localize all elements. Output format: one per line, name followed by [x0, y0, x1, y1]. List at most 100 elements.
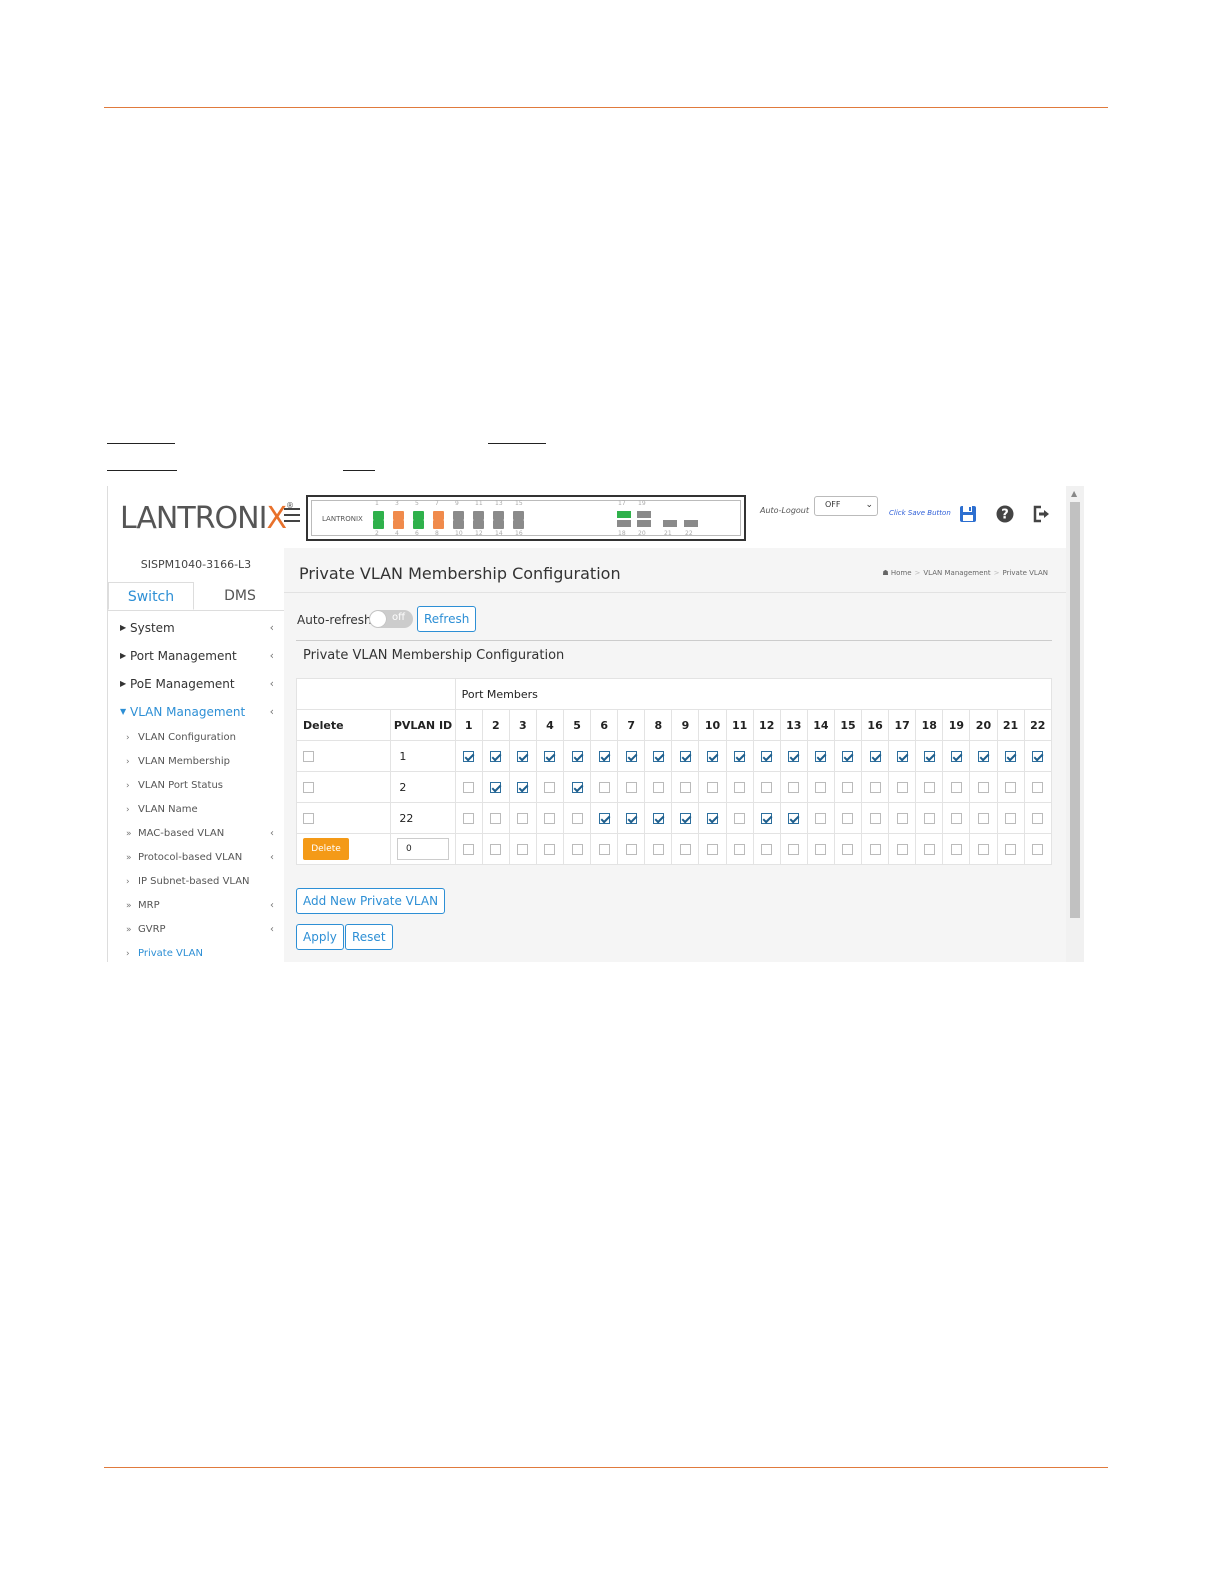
port-member-checkbox[interactable] — [869, 813, 881, 824]
port-member-checkbox[interactable] — [544, 844, 556, 855]
sidebar-sub-mac-based-vlan[interactable]: » MAC-based VLAN ‹ — [108, 822, 284, 846]
port-member-checkbox[interactable] — [544, 782, 556, 793]
sfp-port[interactable] — [637, 511, 651, 518]
port-member-checkbox[interactable] — [950, 751, 962, 762]
port-led[interactable] — [393, 520, 404, 529]
delete-row-button[interactable]: Delete — [303, 838, 349, 860]
port-member-checkbox[interactable] — [652, 751, 664, 762]
port-member-checkbox[interactable] — [598, 844, 610, 855]
port-member-checkbox[interactable] — [734, 813, 746, 824]
port-member-checkbox[interactable] — [707, 782, 719, 793]
port-member-checkbox[interactable] — [490, 782, 502, 793]
port-member-checkbox[interactable] — [598, 813, 610, 824]
port-member-checkbox[interactable] — [679, 751, 691, 762]
port-member-checkbox[interactable] — [625, 813, 637, 824]
port-member-checkbox[interactable] — [869, 751, 881, 762]
port-member-checkbox[interactable] — [517, 844, 529, 855]
port-member-checkbox[interactable] — [788, 782, 800, 793]
save-icon[interactable] — [958, 504, 978, 524]
port-member-checkbox[interactable] — [544, 751, 556, 762]
port-member-checkbox[interactable] — [571, 813, 583, 824]
port-led[interactable] — [473, 520, 484, 529]
sidebar-item-system[interactable]: ▶ System ‹ — [108, 614, 284, 642]
port-member-checkbox[interactable] — [815, 844, 827, 855]
sidebar-sub-gvrp[interactable]: » GVRP ‹ — [108, 918, 284, 942]
port-led[interactable] — [453, 520, 464, 529]
tab-dms[interactable]: DMS — [196, 582, 284, 610]
refresh-button[interactable]: Refresh — [417, 606, 477, 632]
port-member-checkbox[interactable] — [707, 751, 719, 762]
port-member-checkbox[interactable] — [761, 813, 773, 824]
port-led[interactable] — [473, 511, 484, 520]
logout-icon[interactable] — [1031, 504, 1051, 524]
add-private-vlan-button[interactable]: Add New Private VLAN — [296, 888, 446, 914]
port-member-checkbox[interactable] — [707, 844, 719, 855]
sidebar-item-vlan-management[interactable]: ▼ VLAN Management ‹ — [108, 698, 284, 726]
port-member-checkbox[interactable] — [1032, 813, 1044, 824]
port-member-checkbox[interactable] — [734, 782, 746, 793]
port-member-checkbox[interactable] — [815, 782, 827, 793]
port-member-checkbox[interactable] — [1032, 782, 1044, 793]
port-led[interactable] — [433, 520, 444, 529]
port-member-checkbox[interactable] — [598, 782, 610, 793]
port-member-checkbox[interactable] — [490, 813, 502, 824]
pvlan-id-input[interactable]: 0 — [397, 838, 449, 860]
port-member-checkbox[interactable] — [842, 844, 854, 855]
port-member-checkbox[interactable] — [869, 782, 881, 793]
port-member-checkbox[interactable] — [679, 782, 691, 793]
port-member-checkbox[interactable] — [923, 844, 935, 855]
port-member-checkbox[interactable] — [463, 782, 475, 793]
scrollbar-thumb[interactable] — [1070, 502, 1080, 918]
port-led[interactable] — [513, 520, 524, 529]
port-member-checkbox[interactable] — [815, 813, 827, 824]
delete-checkbox[interactable] — [303, 751, 314, 762]
port-member-checkbox[interactable] — [517, 782, 529, 793]
port-member-checkbox[interactable] — [1005, 813, 1017, 824]
scroll-up-icon[interactable]: ▲ — [1071, 489, 1077, 498]
port-member-checkbox[interactable] — [923, 782, 935, 793]
sidebar-sub-vlan-port-status[interactable]: › VLAN Port Status — [108, 774, 284, 798]
port-member-checkbox[interactable] — [761, 844, 773, 855]
port-led[interactable] — [453, 511, 464, 520]
port-member-checkbox[interactable] — [490, 844, 502, 855]
scrollbar[interactable]: ▲ — [1066, 486, 1084, 962]
help-icon[interactable]: ? — [995, 504, 1015, 524]
port-member-checkbox[interactable] — [517, 751, 529, 762]
port-member-checkbox[interactable] — [652, 813, 664, 824]
port-member-checkbox[interactable] — [625, 782, 637, 793]
sfp-port[interactable] — [663, 520, 677, 527]
port-led[interactable] — [413, 511, 424, 520]
port-member-checkbox[interactable] — [977, 813, 989, 824]
port-member-checkbox[interactable] — [490, 751, 502, 762]
port-member-checkbox[interactable] — [815, 751, 827, 762]
port-member-checkbox[interactable] — [734, 751, 746, 762]
sidebar-sub-vlan-name[interactable]: › VLAN Name — [108, 798, 284, 822]
sidebar-sub-vlan-membership[interactable]: › VLAN Membership — [108, 750, 284, 774]
port-member-checkbox[interactable] — [1005, 751, 1017, 762]
port-member-checkbox[interactable] — [842, 782, 854, 793]
port-led[interactable] — [413, 520, 424, 529]
apply-button[interactable]: Apply — [296, 924, 344, 950]
port-member-checkbox[interactable] — [977, 782, 989, 793]
sidebar-sub-ip-subnet-based-vlan[interactable]: › IP Subnet-based VLAN — [108, 870, 284, 894]
sfp-port[interactable] — [637, 520, 651, 527]
port-member-checkbox[interactable] — [652, 844, 664, 855]
port-member-checkbox[interactable] — [598, 751, 610, 762]
delete-checkbox[interactable] — [303, 782, 314, 793]
port-member-checkbox[interactable] — [761, 751, 773, 762]
port-led[interactable] — [493, 511, 504, 520]
port-member-checkbox[interactable] — [896, 813, 908, 824]
port-member-checkbox[interactable] — [571, 844, 583, 855]
port-led[interactable] — [373, 511, 384, 520]
tab-switch[interactable]: Switch — [108, 582, 194, 610]
port-member-checkbox[interactable] — [679, 844, 691, 855]
port-member-checkbox[interactable] — [788, 751, 800, 762]
port-member-checkbox[interactable] — [679, 813, 691, 824]
delete-checkbox[interactable] — [303, 813, 314, 824]
port-member-checkbox[interactable] — [788, 813, 800, 824]
port-member-checkbox[interactable] — [869, 844, 881, 855]
port-member-checkbox[interactable] — [544, 813, 556, 824]
port-member-checkbox[interactable] — [625, 751, 637, 762]
sfp-port[interactable] — [617, 520, 631, 527]
port-member-checkbox[interactable] — [977, 751, 989, 762]
